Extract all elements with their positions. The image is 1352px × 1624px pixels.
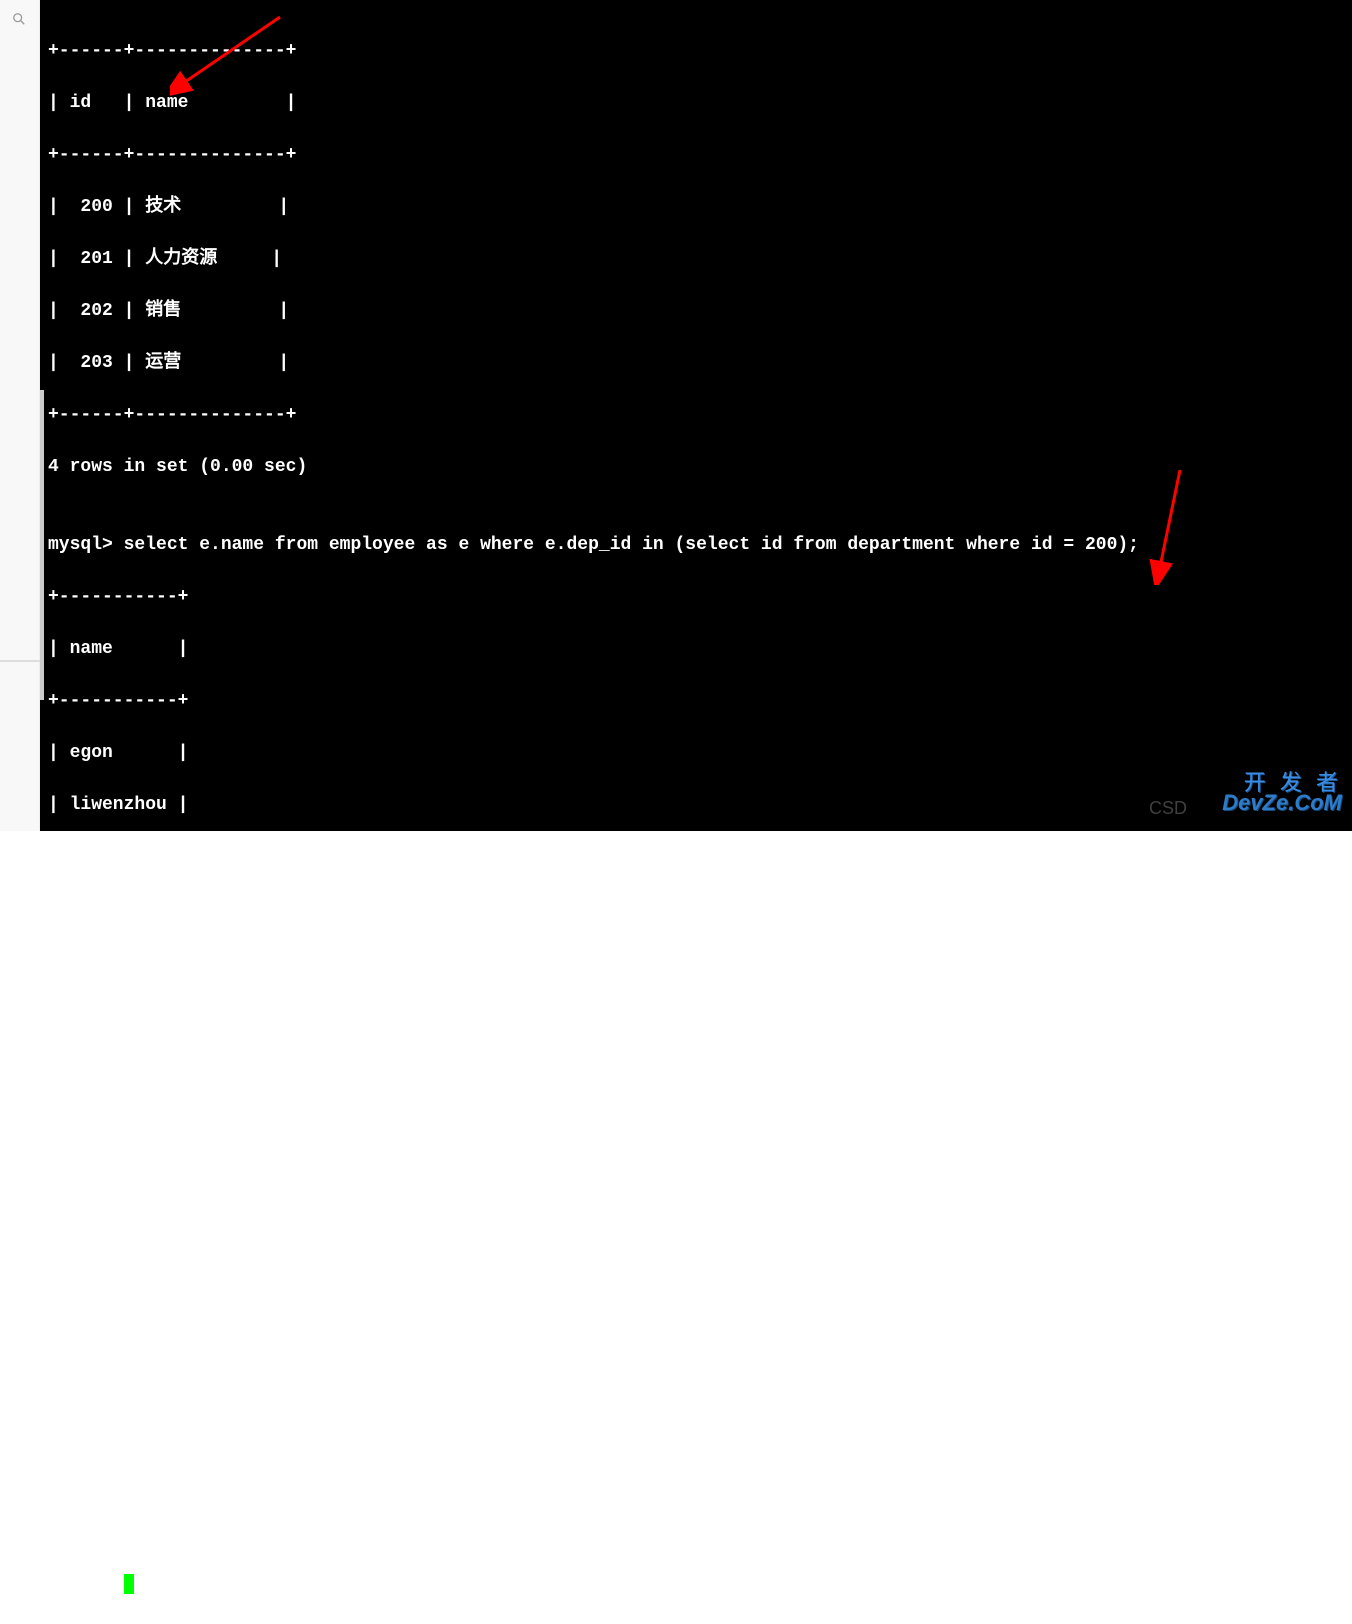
- left-border-marker: [40, 390, 44, 700]
- terminal-cursor: [124, 1574, 134, 1594]
- sidebar-divider: [0, 660, 40, 662]
- table-row: | egon |: [48, 1338, 1344, 1364]
- table-border: +-----------+: [48, 1182, 1344, 1208]
- table-border: +-----------+: [48, 1442, 1344, 1468]
- table-border: +------+--------------+: [48, 38, 1344, 64]
- table-border: +-----------+: [48, 584, 1344, 610]
- table-border: +-----------+: [48, 688, 1344, 714]
- table-row: | liwenzhou |: [48, 1390, 1344, 1416]
- table-row: | egon |: [48, 740, 1344, 766]
- table-row: | 200 | 技术 |: [48, 194, 1344, 220]
- prompt-text: mysql>: [48, 1575, 124, 1595]
- table-border: +-----------+: [48, 844, 1344, 870]
- mysql-prompt: mysql>: [48, 1026, 1344, 1052]
- table-border: +------+--------------+: [48, 402, 1344, 428]
- left-sidebar: [0, 0, 40, 831]
- query-status: 2 rows in set (0.00 sec): [48, 1494, 1344, 1520]
- table-border: +------+--------------+: [48, 142, 1344, 168]
- mysql-prompt: mysql>: [48, 974, 1344, 1000]
- table-row: | 202 | 销售 |: [48, 298, 1344, 324]
- watermark-text-bottom: DevZe.CoM: [1222, 790, 1342, 816]
- terminal-output[interactable]: +------+--------------+ | id | name | +-…: [40, 0, 1352, 831]
- table-border: +-----------+: [48, 1286, 1344, 1312]
- table-header: | id | name |: [48, 90, 1344, 116]
- table-row: | 203 | 运营 |: [48, 350, 1344, 376]
- sql-query: mysql> select e.name from employee as e …: [48, 1130, 1344, 1156]
- query-status: 4 rows in set (0.00 sec): [48, 454, 1344, 480]
- query-status: 2 rows in set (0.00 sec): [48, 896, 1344, 922]
- csdn-watermark: CSD: [1149, 798, 1187, 819]
- table-header: | name |: [48, 636, 1344, 662]
- table-row: | 201 | 人力资源 |: [48, 246, 1344, 272]
- search-icon[interactable]: [12, 12, 26, 26]
- sql-query: mysql> select e.name from employee as e …: [48, 532, 1344, 558]
- mysql-prompt: mysql>: [48, 1078, 1344, 1104]
- mysql-prompt-active: mysql>: [48, 1572, 1344, 1598]
- table-header: | name |: [48, 1234, 1344, 1260]
